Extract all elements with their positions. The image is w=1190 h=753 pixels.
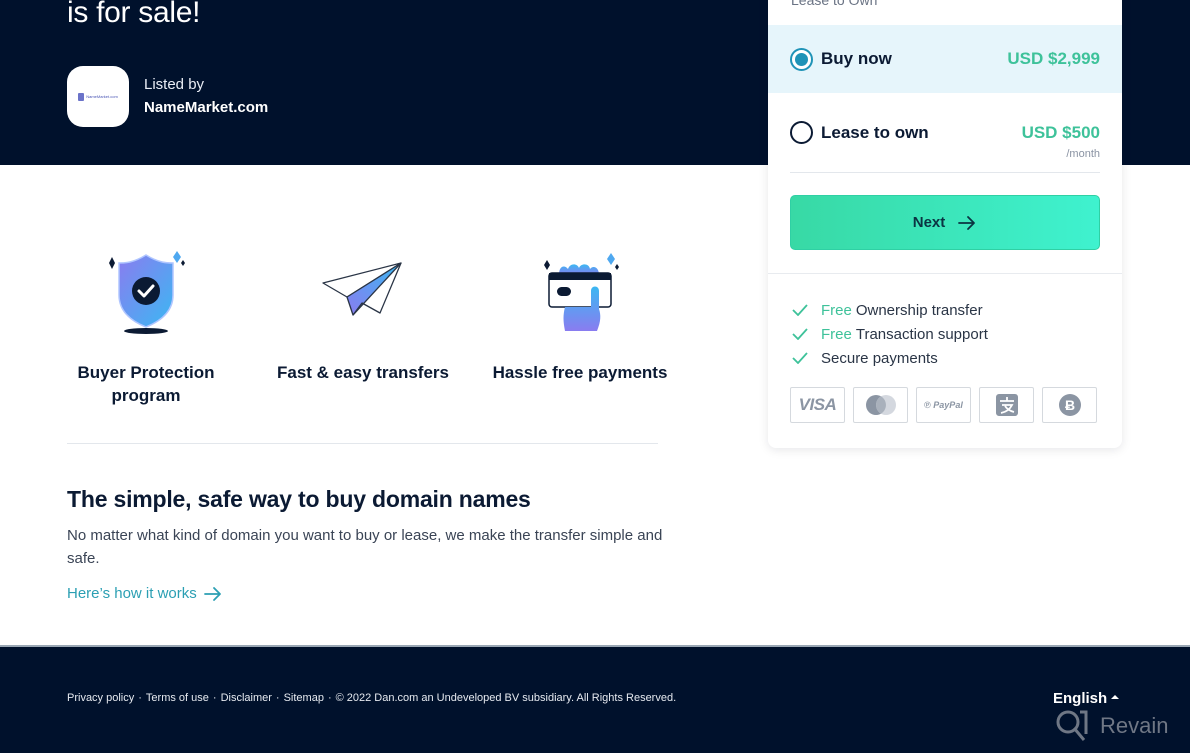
feature-item: Free Ownership transfer (792, 298, 988, 322)
bitcoin-icon: Ƀ (1058, 394, 1081, 416)
how-it-works-label: Here’s how it works (67, 585, 197, 602)
check-icon (792, 328, 808, 340)
footer-copyright: © 2022 Dan.com an Undeveloped BV subsidi… (335, 692, 677, 704)
listed-by-label: Listed by (144, 76, 205, 93)
radio-unselected-icon[interactable] (790, 121, 813, 144)
visa-icon: VISA (798, 395, 837, 414)
seller-name[interactable]: NameMarket.com (144, 99, 268, 116)
payment-alipay (979, 387, 1034, 423)
card-top-label: Lease to Own (791, 0, 878, 8)
footer-links: Privacy policy · Terms of use · Disclaim… (67, 692, 676, 704)
arrow-right-icon (958, 215, 976, 230)
payment-bitcoin: Ƀ (1042, 387, 1097, 423)
language-selector[interactable]: English (1053, 690, 1120, 707)
footer-link-sitemap[interactable]: Sitemap (284, 692, 324, 704)
card-hand-icon (544, 253, 619, 331)
paypal-label: PayPal (933, 400, 963, 410)
section-divider (67, 443, 658, 444)
arrow-right-icon (203, 586, 221, 601)
option-lease-to-own[interactable]: Lease to own USD $500 /month (768, 93, 1122, 173)
section-title: The simple, safe way to buy domain names (67, 486, 531, 512)
footer-separator: · (212, 692, 217, 704)
benefit-buyer-protection: Buyer Protection program (56, 245, 236, 407)
shield-check-icon (109, 251, 185, 334)
paypal-icon: ℗ PayPal (924, 400, 963, 410)
mastercard-icon (865, 395, 896, 415)
svg-text:Ƀ: Ƀ (1064, 397, 1074, 413)
footer: Privacy policy · Terms of use · Disclaim… (0, 645, 1190, 753)
alipay-icon (995, 394, 1018, 416)
feature-item: Secure payments (792, 346, 988, 370)
option-label: Lease to own (821, 123, 929, 142)
option-buy-now[interactable]: Buy now USD $2,999 (768, 25, 1122, 93)
footer-separator: · (138, 692, 142, 704)
next-label: Next (912, 214, 946, 231)
section-description: No matter what kind of domain you want t… (67, 527, 663, 567)
feature-text: Ownership transfer (855, 301, 983, 319)
seller-logo[interactable]: NameMarket.com (67, 66, 129, 127)
paper-plane-icon (322, 262, 402, 316)
watermark-text: Revain (1100, 713, 1169, 738)
feature-item: Free Transaction support (792, 322, 988, 346)
page-title: is for sale! (67, 0, 201, 29)
feature-text: Transaction support (855, 325, 988, 343)
how-it-works-link[interactable]: Here’s how it works (67, 585, 223, 602)
option-period: /month (1066, 148, 1100, 160)
footer-link-terms-of-use[interactable]: Terms of use (146, 692, 209, 704)
benefit-hassle-free-payments: Hassle free payments (490, 245, 670, 384)
radio-selected-icon[interactable] (790, 48, 813, 71)
benefit-fast-transfers: Fast & easy transfers (273, 245, 453, 384)
check-icon (792, 352, 808, 364)
card-section-divider (768, 273, 1122, 274)
footer-separator: · (275, 692, 280, 704)
caret-up-icon (1111, 695, 1120, 699)
revain-watermark: Revain (1054, 708, 1168, 744)
footer-link-disclaimer[interactable]: Disclaimer (221, 692, 272, 704)
feature-text: Secure payments (821, 349, 938, 367)
footer-link-privacy-policy[interactable]: Privacy policy (67, 692, 134, 704)
payment-paypal: ℗ PayPal (916, 387, 971, 423)
seller-logo-text: NameMarket.com (86, 94, 118, 99)
benefit-label: Hassle free payments (492, 363, 668, 382)
card-divider (790, 172, 1100, 173)
payment-visa: VISA (790, 387, 845, 423)
option-label: Buy now (821, 49, 892, 68)
check-icon (792, 304, 808, 316)
feature-highlight: Free (821, 301, 852, 319)
option-price: USD $500 (1021, 123, 1100, 142)
footer-separator: · (327, 692, 332, 704)
feature-list: Free Ownership transfer Free Transaction… (792, 298, 988, 370)
next-button[interactable]: Next (790, 195, 1100, 250)
feature-highlight: Free (821, 325, 852, 343)
payment-mastercard (853, 387, 908, 423)
seller-logo-mark-icon (78, 92, 85, 101)
revain-logo-icon (1056, 710, 1088, 741)
payment-methods: VISA ℗ PayPal Ƀ (790, 387, 1097, 423)
language-label: English (1053, 690, 1108, 707)
benefit-label: Buyer Protection program (77, 363, 215, 405)
benefit-label: Fast & easy transfers (277, 363, 449, 382)
option-price: USD $2,999 (1007, 49, 1100, 68)
purchase-card: Lease to Own Buy now USD $2,999 Lease to… (768, 0, 1122, 448)
